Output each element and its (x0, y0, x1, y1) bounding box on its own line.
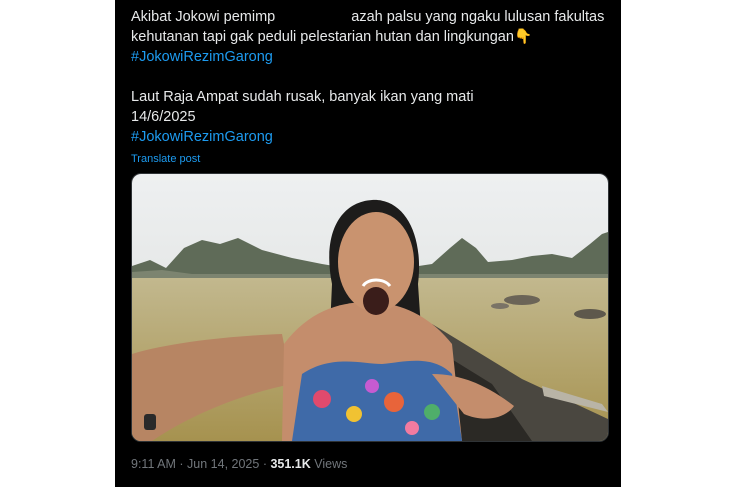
post-media-image[interactable] (131, 173, 609, 442)
meta-separator: · (259, 457, 271, 471)
post-date[interactable]: Jun 14, 2025 (187, 457, 259, 471)
views-count: 351.1K (270, 457, 311, 471)
hashtag-link[interactable]: #JokowiRezimGarong (131, 127, 611, 147)
redaction-bar (275, 6, 352, 24)
post-meta: 9:11 AM · Jun 14, 2025 · 351.1K Views (131, 457, 347, 471)
tweet-text-line2: kehutanan tapi gak peduli pelestarian hu… (131, 29, 514, 45)
tweet-text-line1-start: Akibat Jokowi pemimp (131, 9, 276, 25)
tweet-text: Akibat Jokowi pemimp azah palsu yang ngak… (131, 6, 611, 169)
tweet-text-line3: Laut Raja Ampat sudah rusak, banyak ikan… (131, 89, 474, 105)
translate-post-link[interactable]: Translate post (131, 149, 611, 169)
views-label: Views (314, 457, 348, 471)
hashtag-link[interactable]: #JokowiRezimGarong (131, 47, 611, 67)
pointing-down-emoji: 👇 (513, 29, 533, 45)
post-time[interactable]: 9:11 AM (131, 457, 176, 471)
meta-separator: · (175, 457, 188, 471)
tweet-text-date: 14/6/2025 (131, 109, 196, 125)
tweet-post: Akibat Jokowi pemimp azah palsu yang ngak… (115, 0, 621, 487)
photo-scene (132, 174, 608, 441)
tweet-text-line1-end: azah palsu yang ngaku lulusan fakultas (351, 9, 605, 25)
